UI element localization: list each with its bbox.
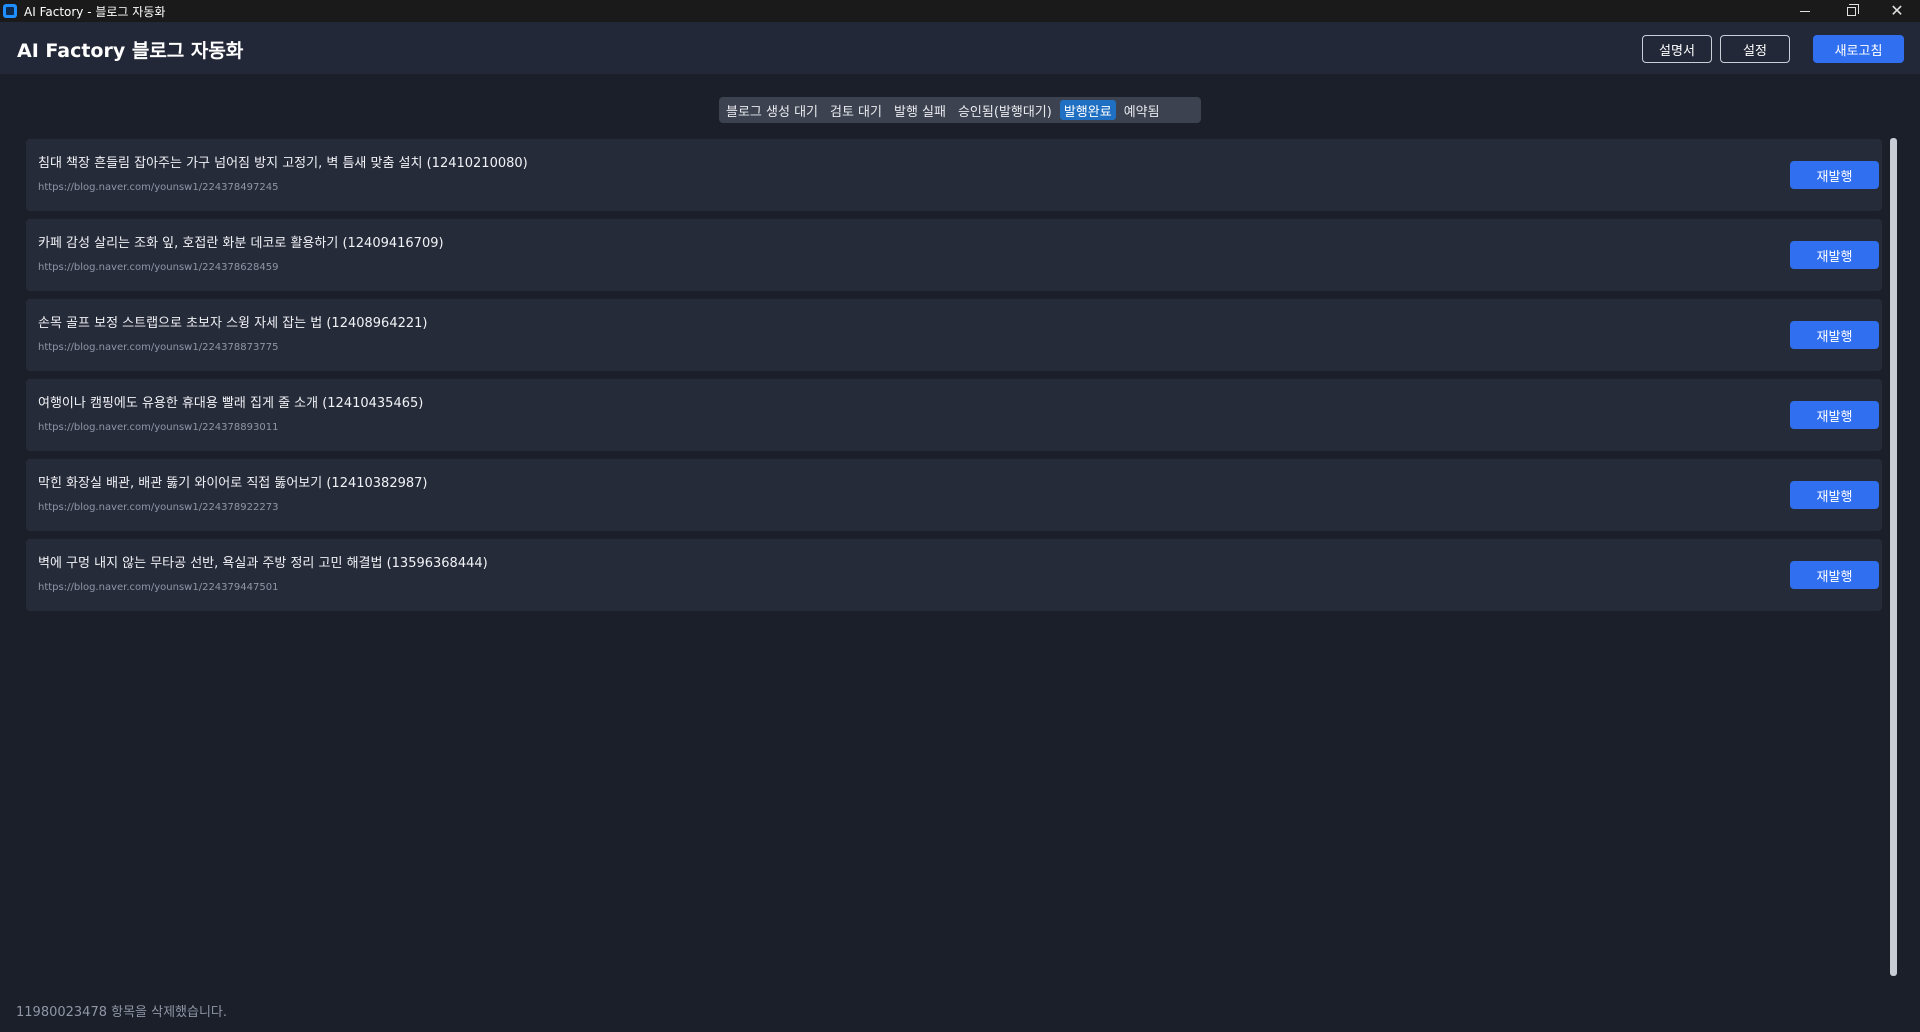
post-title: 손목 골프 보정 스트랩으로 초보자 스윙 자세 잡는 법 (124089642… bbox=[38, 316, 428, 331]
list-scrollbar[interactable] bbox=[1890, 138, 1897, 976]
list-item: 여행이나 캠핑에도 유용한 휴대용 빨래 집게 줄 소개 (1241043546… bbox=[26, 379, 1882, 451]
app-logo-icon bbox=[3, 4, 17, 18]
list-item: 벽에 구멍 내지 않는 무타공 선반, 욕실과 주방 정리 고민 해결법 (13… bbox=[26, 539, 1882, 611]
manual-button[interactable]: 설명서 bbox=[1642, 35, 1712, 63]
post-title: 여행이나 캠핑에도 유용한 휴대용 빨래 집게 줄 소개 (1241043546… bbox=[38, 396, 424, 411]
app-title: AI Factory 블로그 자동화 bbox=[17, 40, 244, 62]
window-titlebar: AI Factory - 블로그 자동화 ✕ bbox=[0, 0, 1920, 22]
list-item: 막힌 화장실 배관, 배관 뚫기 와이어로 직접 뚫어보기 (124103829… bbox=[26, 459, 1882, 531]
tab-publish-failed[interactable]: 발행 실패 bbox=[890, 100, 950, 120]
republish-button[interactable]: 재발행 bbox=[1790, 241, 1879, 269]
window-controls: ✕ bbox=[1782, 0, 1920, 22]
restore-icon bbox=[1846, 3, 1859, 16]
tab-scheduled[interactable]: 예약됨 bbox=[1120, 100, 1164, 120]
settings-button[interactable]: 설정 bbox=[1720, 35, 1790, 63]
published-post-list: 침대 책장 흔들림 잡아주는 가구 넘어짐 방지 고정기, 벽 틈새 맞춤 설치… bbox=[26, 139, 1882, 619]
window-title: AI Factory - 블로그 자동화 bbox=[24, 4, 166, 19]
close-icon: ✕ bbox=[1890, 1, 1904, 20]
app-header: AI Factory 블로그 자동화 설명서 설정 새로고침 bbox=[0, 22, 1920, 74]
refresh-button[interactable]: 새로고침 bbox=[1813, 35, 1904, 63]
post-title: 막힌 화장실 배관, 배관 뚫기 와이어로 직접 뚫어보기 (124103829… bbox=[38, 476, 428, 491]
status-tabs: 블로그 생성 대기 검토 대기 발행 실패 승인됨(발행대기) 발행완료 예약됨 bbox=[719, 97, 1201, 123]
tab-review-pending[interactable]: 검토 대기 bbox=[826, 100, 886, 120]
post-url[interactable]: https://blog.naver.com/younsw1/224379447… bbox=[38, 582, 278, 593]
post-url[interactable]: https://blog.naver.com/younsw1/224378873… bbox=[38, 342, 278, 353]
list-item: 손목 골프 보정 스트랩으로 초보자 스윙 자세 잡는 법 (124089642… bbox=[26, 299, 1882, 371]
republish-button[interactable]: 재발행 bbox=[1790, 161, 1879, 189]
tab-approved[interactable]: 승인됨(발행대기) bbox=[954, 100, 1056, 120]
republish-button[interactable]: 재발행 bbox=[1790, 401, 1879, 429]
list-item: 카페 감성 살리는 조화 잎, 호접란 화분 데코로 활용하기 (1240941… bbox=[26, 219, 1882, 291]
post-url[interactable]: https://blog.naver.com/younsw1/224378893… bbox=[38, 422, 278, 433]
list-item: 침대 책장 흔들림 잡아주는 가구 넘어짐 방지 고정기, 벽 틈새 맞춤 설치… bbox=[26, 139, 1882, 211]
minimize-button[interactable] bbox=[1782, 0, 1828, 22]
status-message: 11980023478 항목을 삭제했습니다. bbox=[16, 1005, 228, 1020]
tab-published[interactable]: 발행완료 bbox=[1059, 100, 1116, 120]
post-url[interactable]: https://blog.naver.com/younsw1/224378628… bbox=[38, 262, 278, 273]
republish-button[interactable]: 재발행 bbox=[1790, 481, 1879, 509]
post-title: 침대 책장 흔들림 잡아주는 가구 넘어짐 방지 고정기, 벽 틈새 맞춤 설치… bbox=[38, 156, 528, 171]
post-title: 카페 감성 살리는 조화 잎, 호접란 화분 데코로 활용하기 (1240941… bbox=[38, 236, 444, 251]
tab-blog-generation-pending[interactable]: 블로그 생성 대기 bbox=[722, 100, 822, 120]
minimize-icon bbox=[1800, 10, 1810, 12]
post-url[interactable]: https://blog.naver.com/younsw1/224378497… bbox=[38, 182, 278, 193]
maximize-button[interactable] bbox=[1828, 0, 1874, 22]
post-title: 벽에 구멍 내지 않는 무타공 선반, 욕실과 주방 정리 고민 해결법 (13… bbox=[38, 556, 488, 571]
republish-button[interactable]: 재발행 bbox=[1790, 321, 1879, 349]
republish-button[interactable]: 재발행 bbox=[1790, 561, 1879, 589]
close-button[interactable]: ✕ bbox=[1874, 0, 1920, 22]
post-url[interactable]: https://blog.naver.com/younsw1/224378922… bbox=[38, 502, 278, 513]
